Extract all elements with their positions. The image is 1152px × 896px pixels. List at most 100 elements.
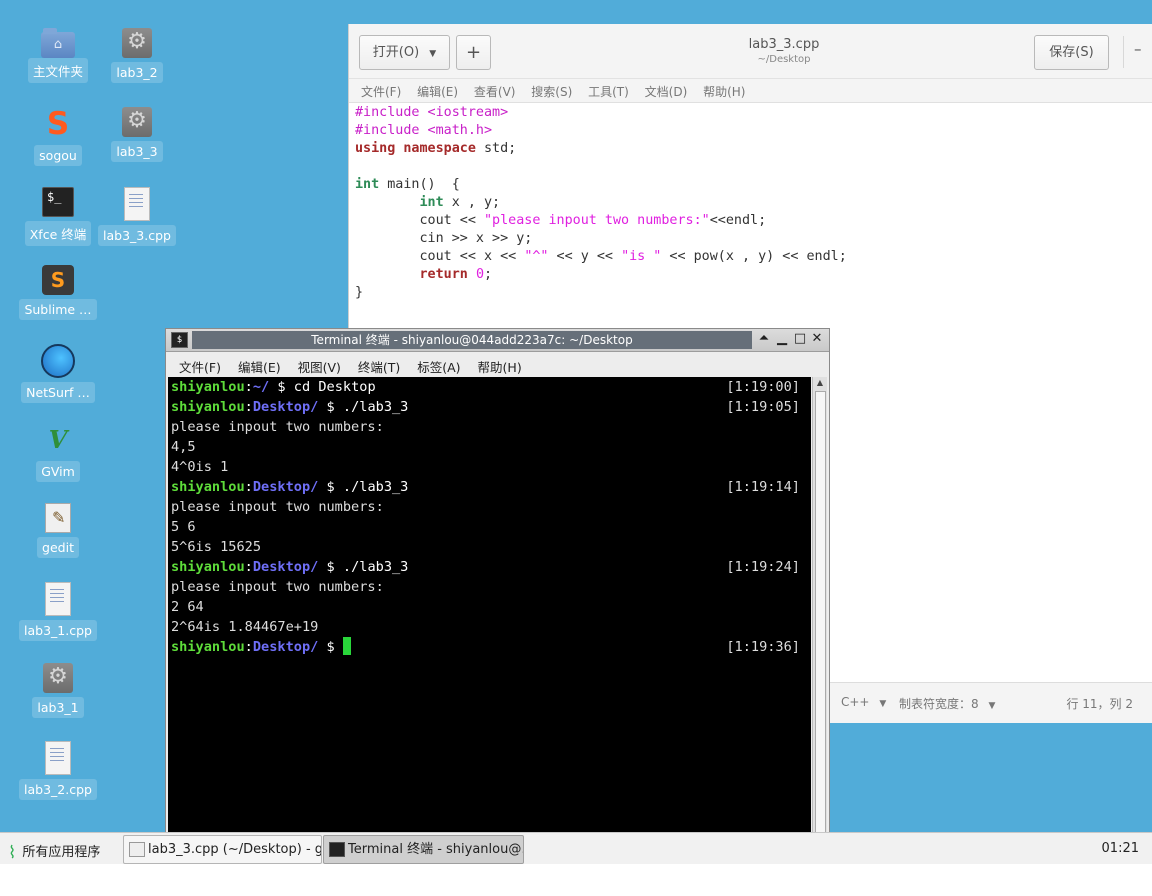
terminal-scrollbar[interactable]: ▲ xyxy=(812,377,827,837)
open-button[interactable]: 打开(O) ▼ xyxy=(359,35,450,70)
desktop-icon-home-folder[interactable]: 主文件夹 xyxy=(18,28,98,87)
desktop-icon-label: lab3_3.cpp xyxy=(98,225,176,246)
shade-button[interactable]: ⏶ xyxy=(756,330,772,348)
chevron-down-icon: ▼ xyxy=(429,49,437,59)
prompt-dir: Desktop/ xyxy=(252,399,319,415)
minimize-button[interactable]: – xyxy=(1134,40,1142,58)
timestamp: [1:19:14] xyxy=(726,479,800,495)
desktop-icon-lab3-1-cpp[interactable]: lab3_1.cpp xyxy=(18,582,98,645)
code-token: << pow(x , y) << endl; xyxy=(661,249,847,264)
menu-terminal[interactable]: 终端(T) xyxy=(358,352,400,376)
language-label: C++ xyxy=(841,695,870,709)
terminal-titlebar[interactable]: $ Terminal 终端 - shiyanlou@044add223a7c: … xyxy=(166,329,829,352)
taskbar: ⌇ 所有应用程序 lab3_3.cpp (~/Desktop) - g… Term… xyxy=(0,832,1152,865)
scrollbar-thumb[interactable] xyxy=(815,391,826,837)
menu-file[interactable]: 文件(F) xyxy=(361,79,401,100)
menu-view[interactable]: 视图(V) xyxy=(298,352,341,376)
gedit-icon xyxy=(45,503,71,533)
output-line: 2^64is 1.84467e+19 xyxy=(171,619,319,635)
desktop-icon-sogou[interactable]: S sogou xyxy=(18,107,98,170)
desktop-icon-label: lab3_3 xyxy=(111,141,163,162)
code-editor[interactable]: #include <iostream> #include <math.h> us… xyxy=(349,103,1152,302)
code-token: namespace xyxy=(403,141,476,156)
header-separator xyxy=(1123,36,1124,68)
save-button[interactable]: 保存(S) xyxy=(1034,35,1109,70)
taskbar-item-gedit[interactable]: lab3_3.cpp (~/Desktop) - g… xyxy=(123,835,322,864)
menu-documents[interactable]: 文档(D) xyxy=(645,79,688,100)
prompt-line: shiyanlou:Desktop/ $ ./lab3_3 [1:19:05] xyxy=(168,397,811,417)
output-line: please inpout two numbers: xyxy=(171,419,384,435)
desktop-icon-lab3-3[interactable]: lab3_3 xyxy=(97,107,177,166)
desktop-icon-lab3-3-cpp[interactable]: lab3_3.cpp xyxy=(97,187,177,250)
desktop-icon-gedit[interactable]: gedit xyxy=(18,503,98,562)
menu-search[interactable]: 搜索(S) xyxy=(531,79,572,100)
code-token: using xyxy=(355,141,396,156)
new-tab-button[interactable]: + xyxy=(456,35,491,70)
desktop-icon-lab3-2[interactable]: lab3_2 xyxy=(97,28,177,87)
code-token: main() { xyxy=(379,177,460,192)
close-button[interactable]: ✕ xyxy=(809,330,825,348)
desktop-icon-label: lab3_1.cpp xyxy=(19,620,97,641)
all-applications-menu[interactable]: ⌇ 所有应用程序 xyxy=(8,841,100,863)
output-line: 2 64 xyxy=(171,599,204,615)
terminal-output[interactable]: shiyanlou:~/ $ cd Desktop [1:19:00] shiya… xyxy=(168,377,811,835)
scroll-up-arrow-icon[interactable]: ▲ xyxy=(815,378,825,388)
taskbar-item-terminal[interactable]: Terminal 终端 - shiyanlou@… xyxy=(323,835,524,864)
code-token: #include <iostream> xyxy=(355,105,509,120)
gedit-statusbar: C++ ▼ 制表符宽度：8 ▼ 行 11，列 2 xyxy=(829,682,1152,723)
prompt-colon: : xyxy=(244,559,253,575)
menu-edit[interactable]: 编辑(E) xyxy=(238,352,281,376)
minimize-button[interactable]: ▁ xyxy=(774,330,790,348)
home-folder-icon xyxy=(41,28,75,58)
code-token: cout << xyxy=(419,213,484,228)
desktop-icon-xfce-terminal[interactable]: $_ Xfce 终端 xyxy=(18,187,98,250)
desktop-icon-sublime[interactable]: S Sublime … xyxy=(18,265,98,324)
prompt-dir: ~/ xyxy=(252,379,270,395)
desktop-icon-label: lab3_1 xyxy=(32,697,84,718)
taskbar-item-label: Terminal 终端 - shiyanlou@… xyxy=(348,842,524,857)
gvim-icon: V xyxy=(48,425,68,454)
code-token: <<endl; xyxy=(709,213,767,228)
menu-view[interactable]: 查看(V) xyxy=(474,79,516,100)
document-filename: lab3_3.cpp xyxy=(748,37,820,52)
prompt-dir: Desktop/ xyxy=(252,559,319,575)
prompt-line: shiyanlou:Desktop/ $ ./lab3_3 [1:19:14] xyxy=(168,477,811,497)
desktop-icon-lab3-2-cpp[interactable]: lab3_2.cpp xyxy=(18,741,98,804)
code-token: int xyxy=(355,177,380,192)
menu-help[interactable]: 帮助(H) xyxy=(478,352,522,376)
desktop-icon-netsurf[interactable]: NetSurf … xyxy=(18,344,98,407)
desktop-icon-lab3-1[interactable]: lab3_1 xyxy=(18,663,98,722)
desktop-icon-label: sogou xyxy=(34,145,82,166)
terminal-icon: $ xyxy=(171,332,188,348)
output-line: 4,5 xyxy=(171,439,196,455)
desktop-icon-label: gedit xyxy=(37,537,79,558)
menu-tabs[interactable]: 标签(A) xyxy=(417,352,460,376)
taskbar-item-label: lab3_3.cpp (~/Desktop) - g… xyxy=(148,842,322,857)
desktop-icon-gvim[interactable]: V GVim xyxy=(18,423,98,486)
menu-file[interactable]: 文件(F) xyxy=(179,352,221,376)
document-path: ~/Desktop xyxy=(757,54,811,65)
executable-icon xyxy=(43,663,73,693)
executable-icon xyxy=(122,28,152,58)
desktop-icon-label: Xfce 终端 xyxy=(24,221,92,246)
prompt-line: shiyanlou:~/ $ cd Desktop [1:19:00] xyxy=(168,377,811,397)
prompt-user: shiyanlou xyxy=(171,559,245,575)
desktop-icon-label: lab3_2 xyxy=(111,62,163,83)
output-line: 4^0is 1 xyxy=(171,459,229,475)
terminal-window: $ Terminal 终端 - shiyanlou@044add223a7c: … xyxy=(165,328,830,838)
code-token: return xyxy=(419,267,468,282)
maximize-button[interactable]: □ xyxy=(792,330,808,348)
code-token: #include <math.h> xyxy=(355,123,493,138)
menu-help[interactable]: 帮助(H) xyxy=(703,79,745,100)
code-token: } xyxy=(355,285,364,300)
menu-tools[interactable]: 工具(T) xyxy=(588,79,629,100)
prompt-colon: : xyxy=(244,639,253,655)
menu-edit[interactable]: 编辑(E) xyxy=(417,79,458,100)
tab-width-selector[interactable]: 制表符宽度：8 ▼ xyxy=(899,695,995,712)
prompt-command: $ xyxy=(318,639,343,655)
sublime-icon: S xyxy=(42,265,74,295)
timestamp: [1:19:36] xyxy=(726,639,800,655)
prompt-command: $ ./lab3_3 xyxy=(318,399,409,415)
prompt-dir: Desktop/ xyxy=(252,479,319,495)
language-selector[interactable]: C++ ▼ xyxy=(841,695,886,709)
